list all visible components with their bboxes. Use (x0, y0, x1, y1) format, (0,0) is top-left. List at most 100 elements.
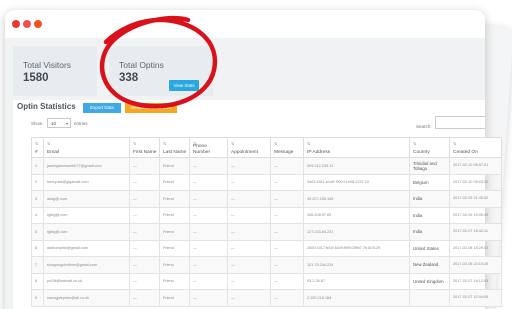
table-cell: — (189, 157, 228, 175)
table-row[interactable]: 1 jamesjamessmith77@gmail.com — Friend — — —20… (31, 157, 502, 175)
table-cell: Friend (159, 173, 190, 191)
table-cell: 2600:1017:b41f:4449:f999:2f5b7:7b16:f129 (303, 239, 410, 257)
table-cell: — (227, 289, 271, 307)
sort-icon[interactable]: ⇅ (47, 141, 50, 146)
table-header-row: ⇅ # ⇅ Email ⇅ First Name ⇅ Last Name ⇅ Phone Numb… (31, 137, 502, 158)
table-cell: 2017-02-08 18:29:02 (449, 239, 502, 257)
sort-icon[interactable]: ⇅ (35, 141, 38, 146)
table-cell: 5 (31, 223, 44, 241)
table-cell: Belgium (409, 173, 450, 191)
column-header-8[interactable]: ⇅ Country (409, 137, 450, 158)
minimize-dot-icon[interactable] (23, 20, 31, 28)
table-row[interactable]: 2 henry.dal@gigamail.com — Friend — — —2a02:18… (31, 173, 502, 191)
sort-icon[interactable]: ⇅ (274, 141, 277, 146)
column-header-label: Appointment (231, 150, 258, 155)
sort-icon[interactable]: ⇅ (133, 141, 136, 146)
table-cell: henry.dal@gigamail.com (43, 173, 130, 191)
table-cell: 209.212.233.12 (303, 157, 410, 175)
table-cell: — (189, 173, 228, 191)
entries-select-value: 10 (51, 121, 57, 126)
column-header-4[interactable]: ⇅ Phone Number (189, 137, 228, 158)
table-cell: 4 (31, 206, 44, 224)
table-cell: — (129, 190, 160, 208)
total-optins-value: 338 (119, 72, 139, 84)
table-cell: — (227, 272, 271, 290)
export-data-button[interactable]: Export Data (83, 103, 121, 113)
table-cell: 127.233.84.221 (303, 223, 410, 241)
table-cell: India (409, 190, 450, 208)
column-header-7[interactable]: ⇅ IP Address (303, 137, 410, 158)
column-header-5[interactable]: ⇅ Appointment (227, 137, 271, 158)
table-cell: — (129, 157, 160, 175)
table-cell: — (227, 157, 271, 175)
table-cell: — (227, 190, 271, 208)
column-header-2[interactable]: ⇅ First Name (129, 137, 160, 158)
column-header-3[interactable]: ⇅ Last Name (159, 137, 190, 158)
close-dot-icon[interactable] (12, 20, 20, 28)
optin-statistics-title: Optin Statistics (17, 102, 76, 111)
table-cell: — (129, 289, 160, 307)
table-cell: United States (409, 239, 450, 257)
table-row[interactable]: 5 rgkfg@.com — Friend — — —127.233.84.221 India… (31, 223, 502, 241)
table-cell: Friend (159, 206, 190, 224)
table-cell: — (189, 239, 228, 257)
table-cell: — (189, 256, 228, 274)
sort-icon[interactable]: ⇅ (231, 141, 234, 146)
sort-icon[interactable]: ⇅ (193, 141, 196, 146)
table-row[interactable]: 7 shoppingdontime@gmail.com — Friend — — —121.… (31, 256, 502, 274)
table-cell: — (129, 206, 160, 224)
sort-icon[interactable]: ⇅ (453, 141, 456, 146)
table-cell: 1 (31, 157, 44, 175)
total-optins-card: Total Optins 338 View Stats (109, 46, 213, 96)
table-cell: 2 (31, 173, 44, 191)
table-cell: 2017-02-09 19:05:49 (449, 206, 502, 224)
sort-icon[interactable]: ⇅ (413, 141, 416, 146)
table-cell: — (189, 289, 228, 307)
table-cell: Friend (159, 190, 190, 208)
entries-label: entries (74, 121, 88, 126)
table-cell: — (129, 173, 160, 191)
table-cell: — (270, 190, 304, 208)
view-stats-button[interactable]: View Stats (169, 80, 199, 91)
table-cell: — (227, 173, 271, 191)
table-row[interactable]: 3 akdg@.com — Friend — — —49.207.205.165 India 2… (31, 190, 502, 208)
table-cell: — (129, 223, 160, 241)
column-header-9[interactable]: ⇅ Created On (449, 137, 502, 158)
table-row[interactable]: 4 rgkfg@.com — Friend — — —106.208.97.65 India 2… (31, 206, 502, 224)
column-header-label: First Name (133, 149, 157, 155)
sort-icon[interactable]: ⇅ (163, 141, 166, 146)
table-cell: 121.79.244.224 (303, 256, 410, 274)
maximize-dot-icon[interactable] (34, 20, 42, 28)
table-row[interactable]: 9 nauogptephen@ail.co.uk — Friend — — —2.100.2… (31, 289, 502, 307)
column-header-6[interactable]: ⇅ Message (270, 137, 304, 158)
table-cell: 2a02:1811:b1a9:7f00:f:1b08:1297:10 (303, 173, 410, 191)
table-cell: — (129, 256, 160, 274)
table-cell: Friend (159, 239, 190, 257)
search-input[interactable] (435, 116, 485, 129)
total-visitors-card: Total Visitors 1580 (13, 46, 97, 96)
table-cell: — (189, 272, 228, 290)
table-cell: 2017-02-07 16:12:03 (449, 272, 502, 290)
total-optins-label: Total Optins (119, 60, 164, 70)
table-row[interactable]: 8 pcl1ft@hotmail.co.uk — Friend — — —93.2.28.8… (31, 272, 502, 290)
table-cell: — (129, 272, 160, 290)
column-header-0[interactable]: ⇅ # (31, 137, 44, 158)
column-header-1[interactable]: ⇅ Email (43, 137, 130, 158)
table-cell: 8 (31, 272, 44, 290)
view-download-csv-button[interactable]: View/Download CSV (125, 103, 177, 113)
column-header-label: Created On (453, 150, 478, 155)
table-row[interactable]: 6 darkomarlio@gmail.com — Friend — — —2600:101… (31, 239, 502, 257)
table-cell: 106.208.97.65 (303, 206, 410, 224)
table-cell: 2017-02-07 18:42:11 (449, 223, 502, 241)
window-titlebar (5, 10, 485, 38)
table-cell: — (189, 206, 228, 224)
table-cell: 2017-02-10 08:57:01 (449, 157, 502, 175)
column-header-label: Phone Number (193, 144, 211, 155)
chevron-down-icon: ▾ (65, 121, 68, 126)
table-cell: 3 (31, 190, 44, 208)
table-cell: akdg@.com (43, 190, 130, 208)
table-cell: — (270, 239, 304, 257)
sort-icon[interactable]: ⇅ (307, 141, 310, 146)
entries-select[interactable]: 10 ▾ (47, 118, 71, 128)
table-cell: nauogptephen@ail.co.uk (43, 289, 130, 307)
